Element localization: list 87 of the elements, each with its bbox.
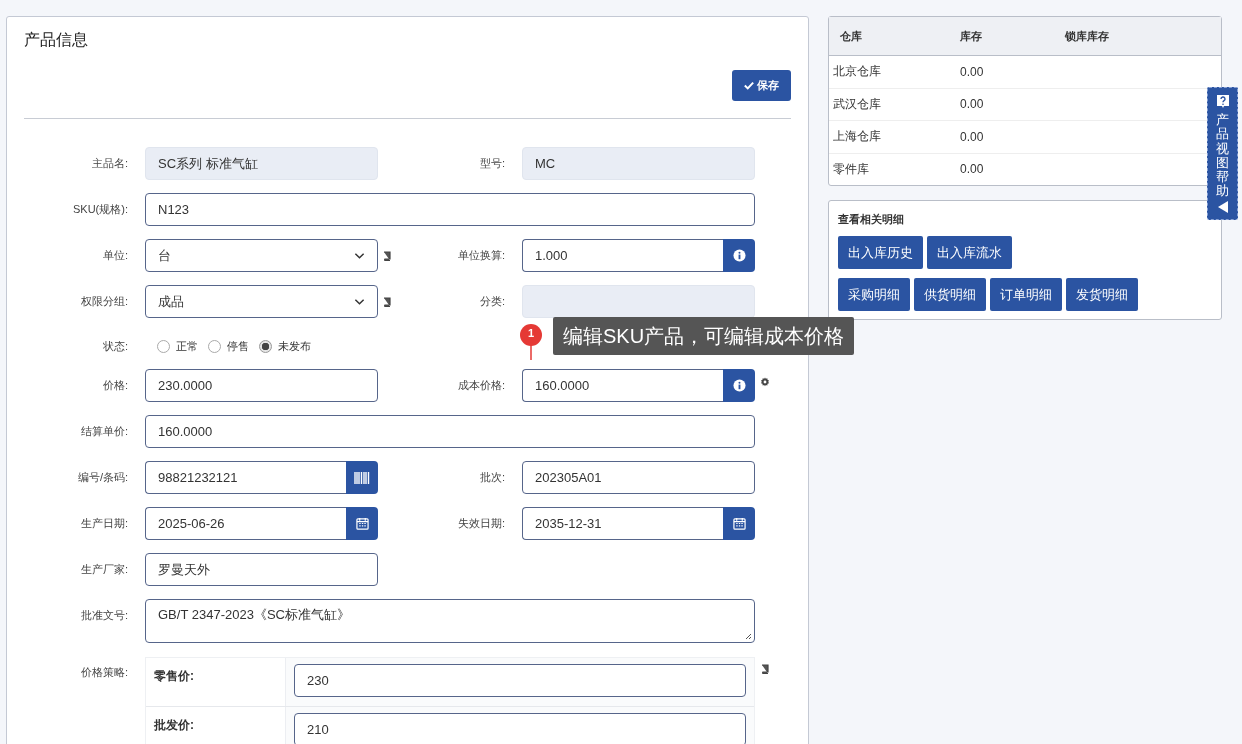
calendar-icon — [355, 517, 369, 530]
help-tab[interactable]: 产品视图帮助 — [1207, 87, 1238, 220]
radio-button[interactable] — [208, 339, 221, 353]
input-field[interactable]: 罗曼天外 — [145, 553, 378, 586]
input-field[interactable]: 210 — [294, 713, 746, 744]
table-cell-text: 0.00 — [960, 129, 985, 144]
info-icon — [732, 379, 746, 392]
field-label: 价格策略: — [79, 665, 128, 680]
step-number: 1 — [526, 327, 536, 339]
chevron-down-icon — [354, 251, 365, 260]
field-label: 主品名: — [90, 156, 128, 171]
field-label: 价格: — [101, 378, 128, 393]
field-label: 型号: — [478, 156, 505, 171]
field-label: 生产日期: — [79, 516, 128, 531]
table-cell-text: 武汉仓库 — [832, 95, 882, 113]
chevron-down-icon — [354, 297, 365, 306]
input-field[interactable]: 230 — [294, 664, 746, 697]
field-label: 编号/条码: — [76, 470, 128, 485]
readonly-field: MC — [522, 147, 755, 180]
input-field[interactable]: 2025-06-26 — [145, 507, 346, 540]
select-field[interactable]: 成品 — [145, 285, 378, 318]
column-header: 仓库 — [839, 28, 863, 44]
calendar-icon — [732, 517, 746, 530]
readonly-field: SC系列 标准气缸 — [145, 147, 378, 180]
detail-button[interactable]: 供货明细 — [914, 278, 986, 311]
radio-label: 停售 — [227, 338, 249, 354]
panel-title: 查看相关明细 — [838, 212, 905, 227]
table-cell-text: 零件库 — [832, 160, 870, 178]
table-cell-text: 0.00 — [960, 162, 985, 177]
book-icon[interactable] — [382, 296, 391, 307]
collapse-arrow-icon — [1217, 200, 1228, 213]
field-label: 状态: — [101, 338, 128, 354]
save-button[interactable]: 保存 — [732, 70, 791, 101]
field-label: 单位换算: — [456, 248, 505, 263]
text-area[interactable]: GB/T 2347-2023《SC标准气缸》 — [145, 599, 755, 643]
tour-tooltip: 编辑SKU产品，可编辑成本价格 — [553, 317, 855, 355]
column-header: 锁库库存 — [1065, 28, 1110, 44]
table-cell-text: 0.00 — [960, 64, 985, 79]
panel-title: 产品信息 — [24, 30, 89, 50]
radio-button[interactable] — [259, 339, 272, 353]
step-marker-icon — [519, 324, 543, 360]
detail-button[interactable]: 出入库历史 — [838, 236, 923, 269]
input-field[interactable]: 98821232121 — [145, 461, 346, 494]
detail-button[interactable]: 出入库流水 — [927, 236, 1012, 269]
field-label: 权限分组: — [79, 294, 128, 309]
input-field[interactable]: 2035-12-31 — [522, 507, 723, 540]
barcode-button[interactable] — [346, 461, 378, 494]
field-label: 分类: — [478, 294, 505, 309]
input-field[interactable]: 1.000 — [522, 239, 723, 272]
detail-button[interactable]: 发货明细 — [1066, 278, 1138, 311]
check-icon — [744, 81, 754, 90]
field-label: 成本价格: — [456, 378, 505, 393]
input-field[interactable]: 202305A01 — [522, 461, 755, 494]
help-icon — [1215, 94, 1230, 110]
select-field[interactable]: 台 — [145, 239, 378, 272]
info-button[interactable] — [723, 369, 755, 402]
input-field[interactable]: 160.0000 — [145, 415, 755, 448]
table-cell-text: 北京仓库 — [832, 63, 882, 81]
input-field[interactable]: 160.0000 — [522, 369, 723, 402]
column-header: 库存 — [960, 28, 983, 44]
calendar-button[interactable] — [346, 507, 378, 540]
gear-icon[interactable] — [760, 376, 770, 387]
book-icon[interactable] — [382, 250, 391, 261]
book-icon[interactable] — [761, 664, 769, 674]
detail-button[interactable]: 订单明细 — [990, 278, 1062, 311]
field-label: 结算单价: — [79, 424, 128, 439]
field-label: 失效日期: — [456, 516, 505, 531]
calendar-button[interactable] — [723, 507, 755, 540]
table-cell-text: 0.00 — [960, 97, 985, 112]
input-field[interactable]: 230.0000 — [145, 369, 378, 402]
field-label: 批准文号: — [79, 608, 128, 623]
radio-label: 未发布 — [278, 338, 311, 354]
info-button[interactable] — [723, 239, 755, 272]
field-label: SKU(规格): — [72, 202, 128, 217]
table-cell-text: 上海仓库 — [832, 128, 882, 146]
field-label: 生产厂家: — [79, 562, 128, 577]
price-label: 批发价: — [146, 707, 286, 744]
radio-label: 正常 — [176, 338, 198, 354]
field-label: 批次: — [478, 470, 505, 485]
detail-button[interactable]: 采购明细 — [838, 278, 910, 311]
price-label: 零售价: — [146, 658, 286, 706]
info-icon — [732, 249, 746, 262]
barcode-icon — [353, 470, 371, 485]
radio-button[interactable] — [157, 339, 170, 353]
input-field[interactable]: N123 — [145, 193, 755, 226]
field-label: 单位: — [101, 248, 128, 263]
resize-handle-icon[interactable] — [744, 632, 752, 640]
